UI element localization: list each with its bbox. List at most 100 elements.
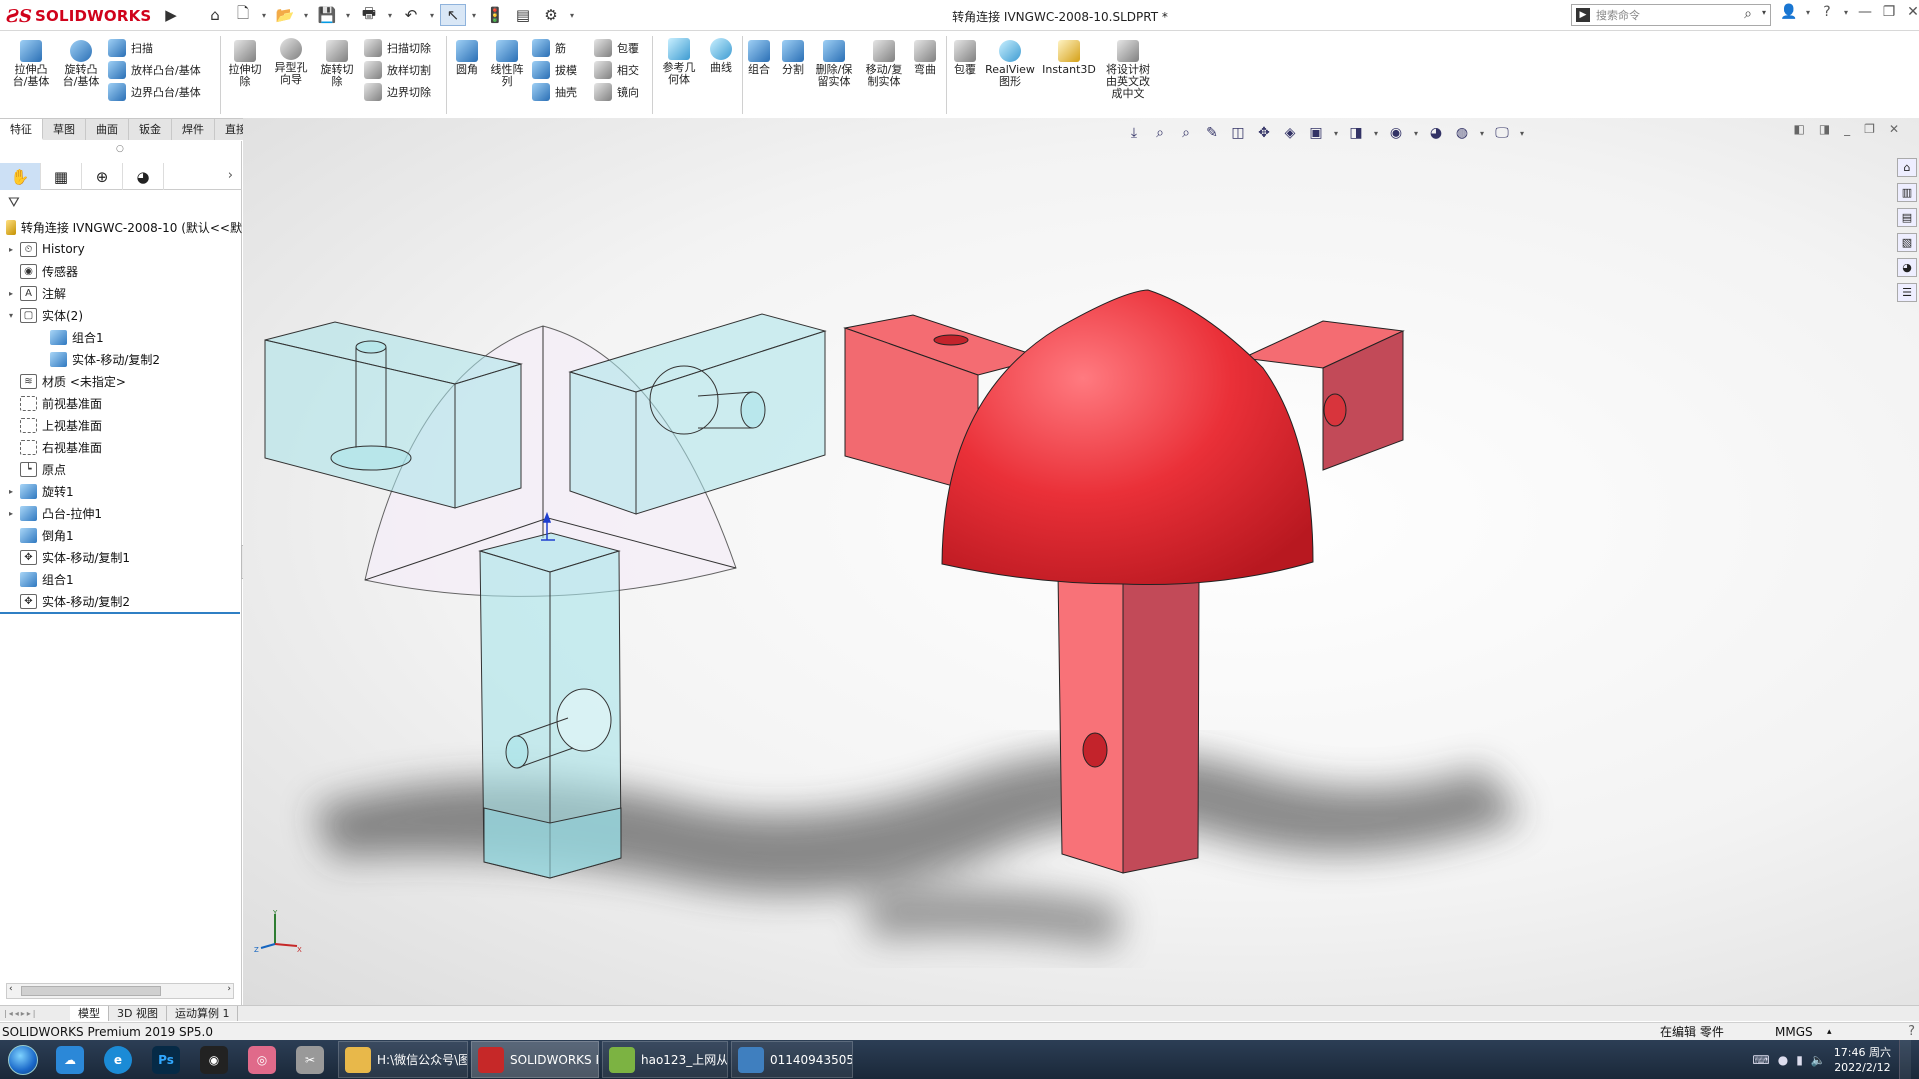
sweep-button[interactable]: 扫描 bbox=[108, 38, 153, 58]
tab-0[interactable]: 特征 bbox=[0, 119, 43, 140]
taskbar-window[interactable]: 011409435058_... bbox=[731, 1041, 853, 1078]
select-dropdown-icon[interactable]: ▾ bbox=[468, 4, 480, 26]
tab-3[interactable]: 钣金 bbox=[129, 119, 172, 140]
document-tab-0[interactable]: 模型 bbox=[70, 1006, 109, 1021]
search-icon[interactable]: ⌕ bbox=[1744, 6, 1752, 22]
tree-item[interactable]: 实体-移动/复制2 bbox=[0, 348, 242, 370]
tree-item[interactable]: ▸ A 注解 bbox=[0, 282, 242, 304]
transparent-model[interactable] bbox=[264, 313, 827, 879]
tree-item[interactable]: ✥ 实体-移动/复制2 bbox=[0, 590, 242, 614]
solidworks-logo[interactable]: ƧS SOLIDWORKS bbox=[6, 3, 154, 29]
taskbar-window[interactable]: H:\微信公众号\图... bbox=[338, 1041, 468, 1078]
keyboard-icon[interactable]: ⌨ bbox=[1752, 1053, 1769, 1067]
scroll-thumb[interactable] bbox=[21, 986, 161, 996]
tree-item[interactable]: 组合1 bbox=[0, 568, 242, 590]
curves-button[interactable]: 曲线 bbox=[704, 38, 738, 74]
hole-wizard-button[interactable]: 异型孔 向导 bbox=[270, 38, 312, 86]
combine-button[interactable]: 组合 bbox=[744, 40, 774, 76]
status-help-icon[interactable]: ? bbox=[1908, 1023, 1915, 1041]
help-dropdown-icon[interactable]: ▾ bbox=[1842, 8, 1850, 17]
tree-item[interactable]: ▸ 凸台-拉伸1 bbox=[0, 502, 242, 524]
graphics-area[interactable]: ⤓ ⌕ ⌕ ✎ ◫ ✥ ◈ ▣ ▾ ◨ ▾ ◉ ▾ ◕ ◍ ▾ 🖵 ▾ ◧ ◨ … bbox=[243, 118, 1919, 1005]
mirror-button[interactable]: 镜向 bbox=[594, 82, 639, 102]
undo-dropdown-icon[interactable]: ▾ bbox=[426, 4, 438, 26]
expand-arrow-icon[interactable]: ▾ bbox=[6, 311, 16, 320]
unit-system[interactable]: MMGS bbox=[1775, 1023, 1813, 1041]
expand-menu-icon[interactable]: ▶ bbox=[158, 4, 184, 26]
panel-grip-icon[interactable]: ○ bbox=[116, 144, 124, 154]
rebuild-icon[interactable]: 🚦 bbox=[482, 4, 508, 26]
wrap-button[interactable]: 包覆 bbox=[594, 38, 639, 58]
open-dropdown-icon[interactable]: ▾ bbox=[300, 4, 312, 26]
shell-button[interactable]: 抽壳 bbox=[532, 82, 577, 102]
open-icon[interactable]: 📂 bbox=[272, 4, 298, 26]
help-icon[interactable]: ? bbox=[1818, 4, 1836, 20]
expand-arrow-icon[interactable]: ▸ bbox=[6, 245, 16, 254]
options-gear-icon[interactable]: ⚙ bbox=[538, 4, 564, 26]
property-manager-tab-icon[interactable]: ▦ bbox=[41, 163, 82, 190]
extrude-boss-button[interactable]: 拉伸凸 台/基体 bbox=[10, 40, 52, 88]
tab-1[interactable]: 草图 bbox=[43, 119, 86, 140]
pinned-tool[interactable]: ✂ bbox=[286, 1040, 334, 1079]
tree-item[interactable]: 右视基准面 bbox=[0, 436, 242, 458]
configuration-manager-tab-icon[interactable]: ⊕ bbox=[82, 163, 123, 190]
tree-item[interactable]: 上视基准面 bbox=[0, 414, 242, 436]
tree-item[interactable]: ▾ ▢ 实体(2) bbox=[0, 304, 242, 326]
tree-item[interactable]: ◉ 传感器 bbox=[0, 260, 242, 282]
appearance-manager-tab-icon[interactable]: ◕ bbox=[123, 163, 164, 190]
search-scope-icon[interactable]: ▶ bbox=[1576, 8, 1590, 22]
close-icon[interactable]: ✕ bbox=[1904, 4, 1919, 20]
pinned-app[interactable]: ◎ bbox=[238, 1040, 286, 1079]
user-account-icon[interactable]: 👤 bbox=[1780, 4, 1798, 20]
expand-arrow-icon[interactable]: ▸ bbox=[6, 509, 16, 518]
rollback-bar[interactable] bbox=[0, 612, 240, 614]
select-pointer-icon[interactable]: ↖ bbox=[440, 4, 466, 26]
print-dropdown-icon[interactable]: ▾ bbox=[384, 4, 396, 26]
unit-system-dropdown-icon[interactable]: ▴ bbox=[1827, 1023, 1832, 1041]
expand-arrow-icon[interactable]: ▸ bbox=[6, 487, 16, 496]
lofted-cut-button[interactable]: 放样切割 bbox=[364, 60, 431, 80]
delete-keep-body-button[interactable]: 删除/保 留实体 bbox=[812, 40, 856, 88]
boundary-boss-button[interactable]: 边界凸台/基体 bbox=[108, 82, 201, 102]
more-tabs-chevron-icon[interactable]: › bbox=[228, 168, 233, 183]
network-icon[interactable]: ▮ bbox=[1796, 1053, 1803, 1067]
boundary-cut-button[interactable]: 边界切除 bbox=[364, 82, 431, 102]
save-icon[interactable]: 💾 bbox=[314, 4, 340, 26]
scroll-left-icon[interactable]: ‹ bbox=[9, 984, 13, 994]
volume-icon[interactable]: 🔈 bbox=[1811, 1053, 1826, 1067]
search-dropdown-icon[interactable]: ▾ bbox=[1762, 8, 1766, 17]
scroll-right-icon[interactable]: › bbox=[227, 984, 231, 994]
fillet-button[interactable]: 圆角 bbox=[452, 40, 482, 76]
search-commands-field[interactable]: ▶ 搜索命令 ⌕ ▾ bbox=[1571, 4, 1771, 26]
filter-icon[interactable]: ⛛ bbox=[8, 195, 20, 211]
new-dropdown-icon[interactable]: ▾ bbox=[258, 4, 270, 26]
reference-geometry-button[interactable]: 参考几 何体 bbox=[658, 38, 700, 86]
document-tab-1[interactable]: 3D 视图 bbox=[109, 1006, 167, 1021]
user-dropdown-icon[interactable]: ▾ bbox=[1804, 8, 1812, 17]
save-dropdown-icon[interactable]: ▾ bbox=[342, 4, 354, 26]
pinned-browser[interactable]: e bbox=[94, 1040, 142, 1079]
linear-pattern-button[interactable]: 线性阵 列 bbox=[486, 40, 528, 88]
new-document-icon[interactable]: 🗋 bbox=[230, 4, 256, 26]
pinned-photoshop[interactable]: Ps bbox=[142, 1040, 190, 1079]
tree-horizontal-scrollbar[interactable]: ‹ › bbox=[6, 983, 234, 999]
swept-cut-button[interactable]: 扫描切除 bbox=[364, 38, 431, 58]
tray-app-icon[interactable]: ● bbox=[1778, 1053, 1788, 1067]
show-desktop-button[interactable] bbox=[1899, 1040, 1911, 1079]
clock[interactable]: 17:46 周六 2022/2/12 bbox=[1834, 1045, 1891, 1075]
model-scene[interactable] bbox=[243, 118, 1919, 1005]
split-button[interactable]: 分割 bbox=[778, 40, 808, 76]
realview-graphics-button[interactable]: RealView 图形 bbox=[984, 40, 1036, 88]
flex-button[interactable]: 弯曲 bbox=[910, 40, 940, 76]
home-icon[interactable]: ⌂ bbox=[202, 4, 228, 26]
print-icon[interactable]: 🖶 bbox=[356, 4, 382, 26]
tree-item[interactable]: ▸ ⏲ History bbox=[0, 238, 242, 260]
feature-manager-tab-icon[interactable]: ✋ bbox=[0, 163, 41, 190]
tab-4[interactable]: 焊件 bbox=[172, 119, 215, 140]
pinned-baidu-netdisk[interactable]: ☁ bbox=[46, 1040, 94, 1079]
tree-item[interactable]: 前视基准面 bbox=[0, 392, 242, 414]
taskbar-window[interactable]: hao123_上网从... bbox=[602, 1041, 728, 1078]
tree-item[interactable]: 倒角1 bbox=[0, 524, 242, 546]
tree-item[interactable]: ┕ 原点 bbox=[0, 458, 242, 480]
tree-item[interactable]: 组合1 bbox=[0, 326, 242, 348]
